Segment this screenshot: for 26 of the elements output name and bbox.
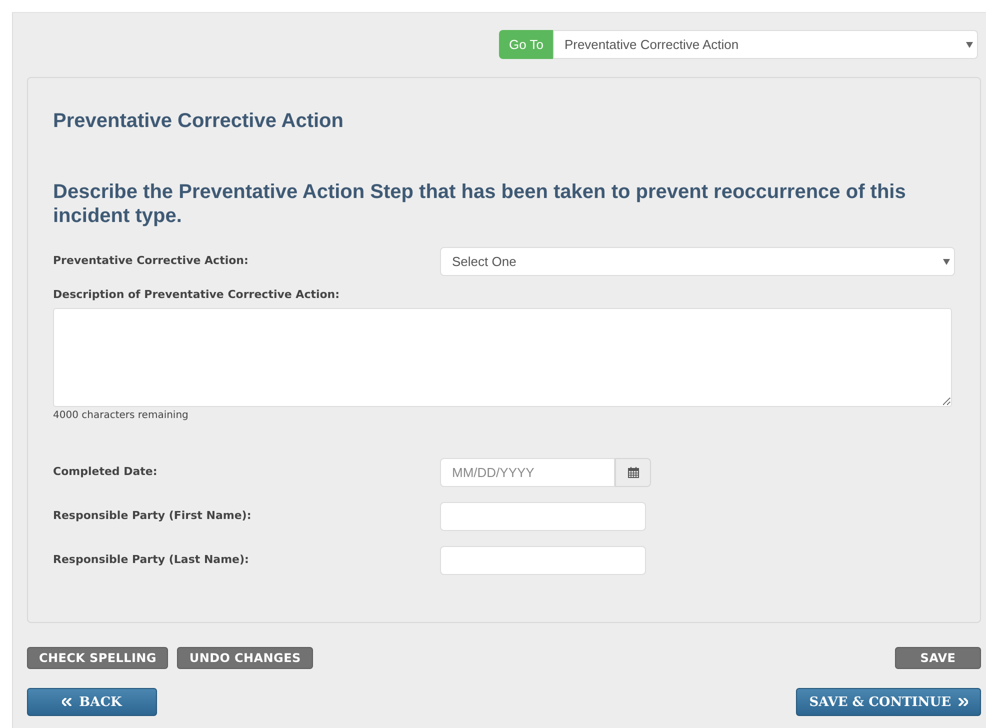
caret-icon	[966, 42, 973, 48]
field-label: Description of Preventative Corrective Action:	[53, 288, 340, 301]
back-button[interactable]: BACK	[27, 688, 157, 716]
character-counter: 4000 characters remaining	[53, 410, 188, 421]
toolbar-button[interactable]: UNDO CHANGES	[177, 647, 313, 669]
field-label: Completed Date:	[53, 464, 158, 478]
save-button[interactable]: SAVE	[895, 647, 981, 669]
section-title: Preventative Corrective Action	[53, 109, 344, 134]
dropdown-field[interactable]: Select One	[440, 247, 955, 276]
description-field[interactable]	[53, 308, 952, 407]
date-field[interactable]: MM/DD/YYYY	[440, 458, 615, 487]
calendar-icon	[628, 467, 638, 478]
field-label: Preventative Corrective Action:	[53, 253, 250, 267]
section-select[interactable]: Preventative Corrective Action	[553, 30, 978, 59]
toolbar-button[interactable]: CHECK SPELLING	[27, 647, 168, 669]
double-chevron-left-icon	[62, 698, 72, 706]
text-field[interactable]	[440, 502, 646, 531]
double-chevron-right-icon	[958, 698, 968, 706]
question-heading: Describe the Preventative Action Step that has been taken to prevent reoccurrence of this incident type.	[53, 180, 907, 228]
save-and-continue-button[interactable]: SAVE & CONTINUE	[796, 688, 981, 716]
field-label: Responsible Party (Last Name):	[53, 552, 250, 566]
field-label: Responsible Party (First Name):	[53, 508, 252, 522]
caret-icon	[943, 258, 950, 264]
text-field[interactable]	[440, 546, 646, 575]
calendar-button[interactable]	[615, 458, 651, 487]
go-to-button[interactable]: Go To	[499, 30, 554, 59]
